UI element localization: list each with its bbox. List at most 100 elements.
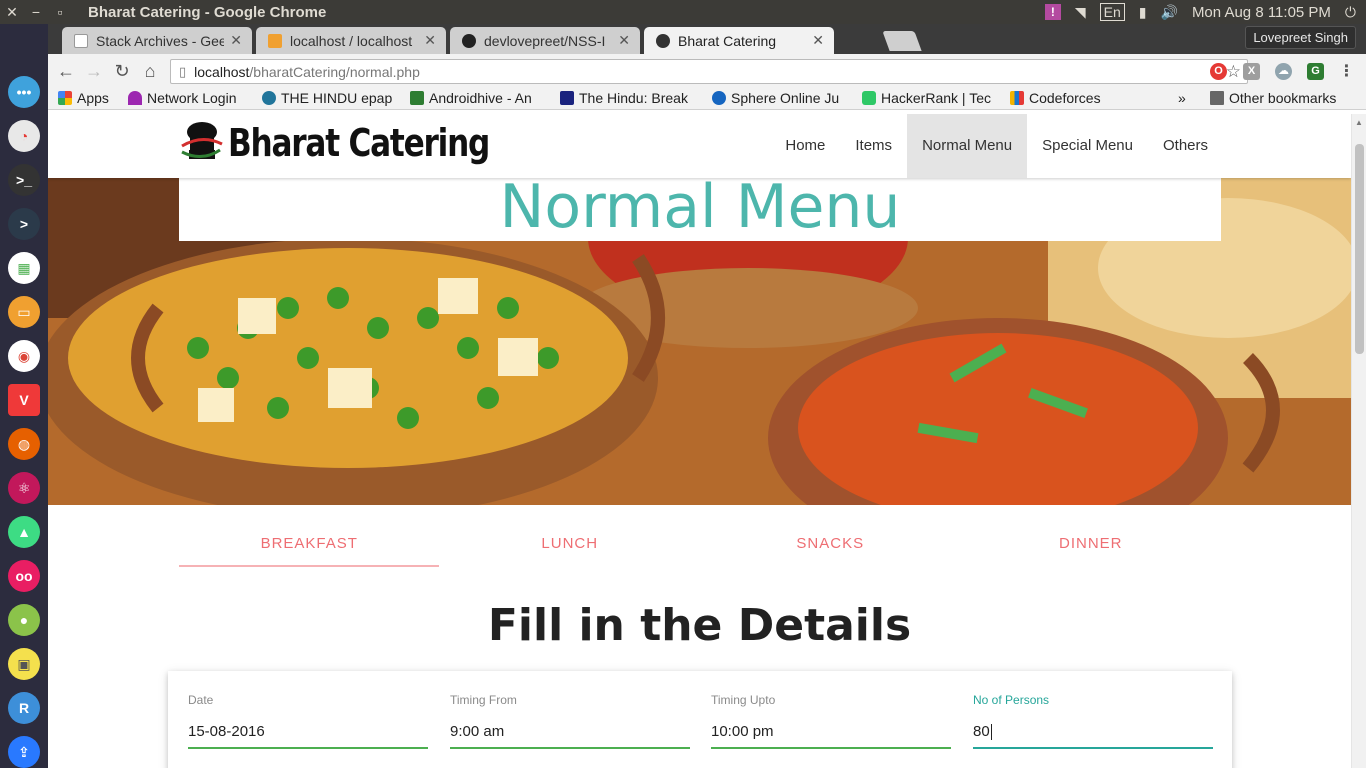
reload-icon[interactable]: ↻ [110,59,134,83]
window-minimize-icon[interactable]: − [24,4,48,20]
opera-vpn-extension-icon[interactable]: O [1210,63,1227,80]
nav-home[interactable]: Home [770,114,840,178]
upload-app-icon[interactable]: ⇪ [8,736,40,768]
firefox-icon[interactable]: ◍ [8,428,40,460]
browser-tab-strip: Stack Archives - Gee ✕ localhost / local… [48,24,1366,54]
url-path: /bharatCatering/normal.php [249,63,420,80]
scrollbar-thumb[interactable] [1355,144,1364,354]
battery-icon[interactable]: ▮ [1139,4,1147,21]
timing-from-label: Timing From [450,693,517,707]
dash-icon[interactable]: ••• [8,76,40,108]
booking-form-card: Date 15-08-2016 Timing From 9:00 am Timi… [168,671,1232,768]
github-icon [462,33,476,48]
cloud-extension-icon[interactable]: ☁ [1275,63,1292,80]
timing-upto-field[interactable]: Timing Upto 10:00 pm [711,693,951,749]
other-bookmarks[interactable]: Other bookmarks [1210,90,1360,106]
page-icon [74,33,88,48]
bookmark-androidhive[interactable]: Androidhive - An [410,90,550,106]
close-tab-icon[interactable]: ✕ [812,32,824,49]
nav-normal-menu[interactable]: Normal Menu [907,114,1028,178]
date-input[interactable]: 15-08-2016 [188,719,428,749]
tab-dinner[interactable]: DINNER [961,524,1222,568]
bookmark-star-icon[interactable]: ☆ [1226,62,1241,82]
chrome-icon[interactable]: ◉ [8,340,40,372]
tab-snacks[interactable]: SNACKS [700,524,961,568]
brand-logo[interactable]: Bharat Catering [180,120,546,166]
close-tab-icon[interactable]: ✕ [424,32,436,49]
remmina-icon[interactable]: R [8,692,40,724]
page-scrollbar[interactable]: ▲ [1351,114,1366,768]
tab-github[interactable]: devlovepreet/NSS-I ✕ [450,27,640,54]
apps-grid-icon [58,91,72,105]
tab-lunch[interactable]: LUNCH [440,524,701,568]
close-tab-icon[interactable]: ✕ [618,32,630,49]
timing-from-input[interactable]: 9:00 am [450,719,690,749]
hero-title-box: Normal Menu [179,178,1221,241]
bookmark-hackerrank[interactable]: HackerRank | Tec [862,90,1002,106]
page-info-icon[interactable]: ▯ [179,64,186,80]
pie-chart-app-icon[interactable]: ◔ [8,120,40,152]
power-icon[interactable]: ⏻ [1345,4,1356,21]
brand-name: Bharat Catering [228,121,490,165]
system-clock[interactable]: Mon Aug 8 11:05 PM [1192,4,1331,21]
x-extension-icon[interactable]: X [1243,63,1260,80]
forward-icon[interactable]: → [82,59,106,83]
timing-from-field[interactable]: Timing From 9:00 am [450,693,690,749]
androidhive-icon [410,91,424,105]
tab-breakfast[interactable]: BREAKFAST [179,524,440,568]
new-tab-button[interactable] [882,31,922,51]
music-player-icon[interactable]: oo [8,560,40,592]
chef-hat-icon [656,33,670,48]
persons-field[interactable]: No of Persons 80 [973,693,1213,749]
bookmark-the-hindu-epaper[interactable]: THE HINDU epap [262,90,402,106]
files-icon[interactable]: ▭ [8,296,40,328]
nav-special-menu[interactable]: Special Menu [1027,114,1148,178]
nav-items[interactable]: Items [840,114,907,178]
persons-label: No of Persons [973,693,1050,707]
bookmark-network-login[interactable]: Network Login [128,90,258,106]
tab-bharat-catering[interactable]: Bharat Catering ✕ [644,27,834,54]
persons-value: 80 [973,723,990,740]
hero-food-image: Normal Menu [48,178,1351,505]
bookmark-apps[interactable]: Apps [58,90,120,106]
android-sdk-icon[interactable]: ● [8,604,40,636]
back-icon[interactable]: ← [54,59,78,83]
persons-input[interactable]: 80 [973,719,1213,749]
wordpress-icon [262,91,276,105]
software-center-icon[interactable]: ▦ [8,252,40,284]
wifi-icon[interactable]: ◥ [1075,4,1086,21]
close-tab-icon[interactable]: ✕ [230,32,242,49]
keyboard-layout-indicator[interactable]: En [1099,3,1125,21]
address-bar[interactable]: ▯ localhost/bharatCatering/normal.php ☆ [170,59,1248,84]
text-caret [990,724,992,741]
window-maximize-icon[interactable]: ▫ [48,4,72,20]
chef-hat-logo-icon [180,120,224,166]
tab-stack-archives[interactable]: Stack Archives - Gee ✕ [62,27,252,54]
volume-icon[interactable]: 🔊 [1161,4,1178,21]
bookmarks-overflow-icon[interactable]: » [1178,90,1194,106]
tab-phpmyadmin[interactable]: localhost / localhost ✕ [256,27,446,54]
green-extension-icon[interactable]: G [1307,63,1324,80]
hackerrank-icon [862,91,876,105]
update-notifier-icon[interactable]: ! [1044,4,1061,20]
nav-others[interactable]: Others [1148,114,1223,178]
window-close-icon[interactable]: ✕ [0,4,24,21]
archive-manager-icon[interactable]: ▣ [8,648,40,680]
nav-links: Home Items Normal Menu Special Menu Othe… [770,114,1223,178]
atom-icon[interactable]: ⚛ [8,472,40,504]
home-icon[interactable]: ⌂ [138,59,162,83]
profile-button[interactable]: Lovepreet Singh [1245,26,1356,49]
chrome-menu-icon[interactable]: ⋮ [1338,63,1355,80]
terminal-alt-icon[interactable]: > [8,208,40,240]
vivaldi-icon[interactable]: V [8,384,40,416]
scroll-up-icon[interactable]: ▲ [1355,118,1363,127]
apple-logo-icon[interactable] [8,32,40,64]
terminal-icon[interactable]: >_ [8,164,40,196]
android-studio-icon[interactable]: ▲ [8,516,40,548]
bookmark-spoj[interactable]: Sphere Online Ju [712,90,852,106]
date-field[interactable]: Date 15-08-2016 [188,693,428,749]
timing-upto-input[interactable]: 10:00 pm [711,719,951,749]
date-label: Date [188,693,214,707]
bookmark-codeforces[interactable]: Codeforces [1010,90,1130,106]
bookmark-the-hindu-breaking[interactable]: The Hindu: Break [560,90,702,106]
